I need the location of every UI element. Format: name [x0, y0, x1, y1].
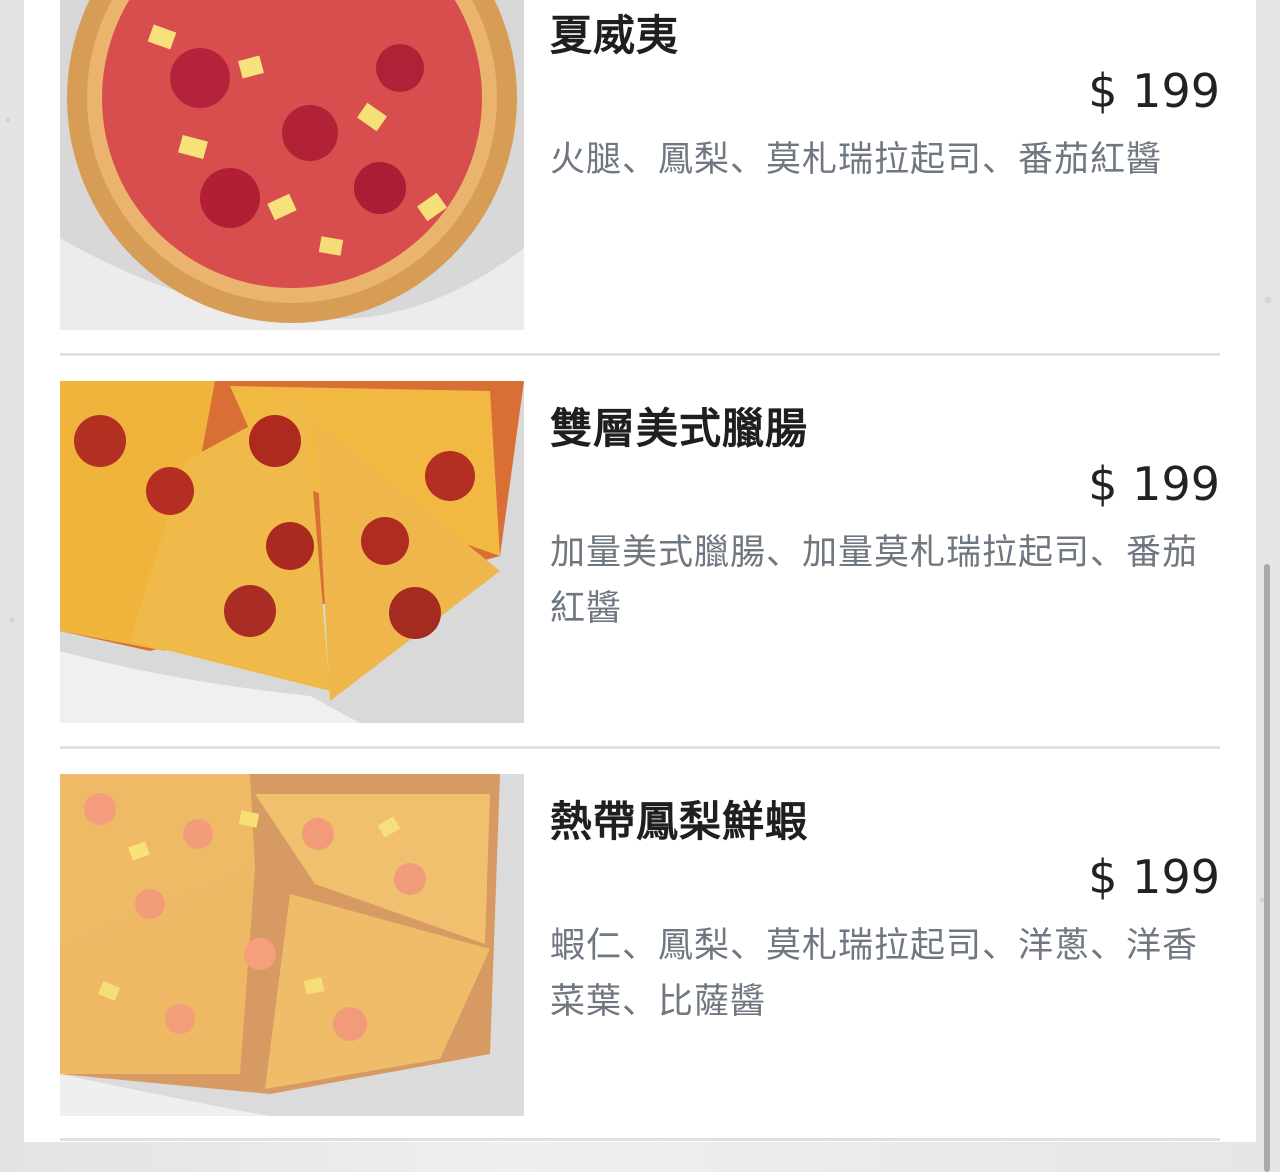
menu-divider: [60, 1138, 1220, 1141]
menu-divider: [60, 353, 1220, 356]
shrimp-pizza-image: [60, 774, 524, 1116]
item-description: 加量美式臘腸、加量莫札瑞拉起司、番茄紅醬: [550, 533, 1199, 629]
vertical-scrollbar[interactable]: [1264, 564, 1270, 1172]
item-description: 蝦仁、鳳梨、莫札瑞拉起司、洋蔥、洋香菜葉、比薩醬: [550, 926, 1199, 1022]
pizza-image-double-pepperoni[interactable]: [60, 381, 524, 723]
item-price: $ 199: [1088, 850, 1220, 904]
pizza-image-hawaiian[interactable]: [60, 0, 524, 330]
pizza-image-tropical-shrimp[interactable]: [60, 774, 524, 1116]
pepperoni-pizza-image: [60, 381, 524, 723]
item-title: 夏威夷: [550, 11, 680, 60]
item-price: $ 199: [1088, 457, 1220, 511]
menu-divider: [60, 746, 1220, 749]
item-price: $ 199: [1088, 64, 1220, 118]
item-description: 火腿、鳳梨、莫札瑞拉起司、番茄紅醬: [550, 140, 1163, 180]
item-title: 熱帶鳳梨鮮蝦: [550, 797, 809, 846]
hawaiian-pizza-image: [60, 0, 524, 330]
item-title: 雙層美式臘腸: [550, 404, 809, 453]
